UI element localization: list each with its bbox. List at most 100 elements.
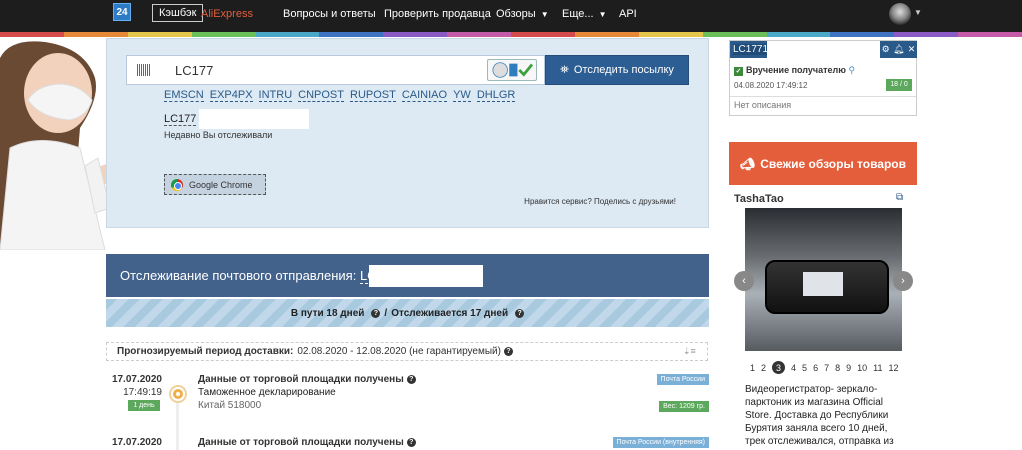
review-author[interactable]: TashaTao — [734, 193, 784, 205]
carrier-tag: Почта России (внутренняя) — [612, 437, 709, 448]
user-avatar[interactable] — [889, 3, 911, 25]
megaphone-icon: 📣︎ — [740, 156, 756, 171]
review-image — [765, 260, 889, 314]
review-image-carousel[interactable] — [745, 208, 902, 351]
page-link[interactable]: 8 — [835, 363, 840, 374]
carrier-link[interactable]: YW — [453, 89, 471, 102]
widget-actions: ⚙ 🔔︎ ✕ — [880, 41, 917, 58]
chrome-icon — [171, 178, 183, 191]
event-time: 17:49:19 — [123, 387, 162, 398]
chevron-down-icon[interactable]: ▼ — [914, 8, 922, 17]
help-icon[interactable]: ? — [503, 347, 513, 356]
carrier-link[interactable]: INTRU — [258, 89, 293, 102]
review-text: Видеорегистратор- зеркало-парктоник из м… — [745, 384, 894, 447]
page-link[interactable]: 9 — [846, 363, 851, 374]
carrier-link[interactable]: EMSCN — [164, 89, 204, 102]
track-parcel-button[interactable]: ⛯ Отследить посылку — [545, 55, 689, 85]
site-logo[interactable]: 24 — [113, 3, 131, 21]
transit-status-bar: В пути 18 дней? / Отслеживается 17 дней? — [106, 299, 709, 327]
track-number-input[interactable]: LC177 — [175, 63, 213, 78]
binoculars-icon: ⛯ — [560, 63, 569, 76]
nav-more-label: Еще... — [562, 8, 594, 20]
weight-badge: Вес: 1209 гр. — [659, 401, 709, 412]
nav-check-seller[interactable]: Проверить продавца — [384, 0, 491, 28]
tracking-widget: LC1771 ⚙ 🔔︎ ✕ ✓ Вручение получателю ⚲ 04.… — [729, 40, 917, 116]
carrier-link[interactable]: CAINIAO — [401, 89, 448, 102]
page-link-active[interactable]: 3 — [772, 361, 786, 374]
fresh-reviews-button[interactable]: 📣︎ Свежие обзоры товаров — [729, 142, 917, 185]
widget-date: 04.08.2020 17:49:12 — [734, 81, 808, 90]
redaction-box — [767, 41, 880, 58]
settings-icon[interactable]: ⚙ — [882, 44, 890, 55]
tracked-text: Отслеживается 17 дней — [391, 307, 509, 319]
page-link[interactable]: 10 — [857, 363, 867, 374]
widget-status: ✓ Вручение получателю ⚲ — [734, 65, 855, 76]
chrome-button-label: Google Chrome — [189, 179, 253, 190]
carousel-prev-arrow-icon[interactable]: ‹ — [734, 271, 754, 291]
page-link[interactable]: 1 — [750, 363, 755, 374]
event-title: Данные от торговой площадки получены? — [198, 437, 416, 448]
widget-track-number[interactable]: LC1771 — [733, 44, 769, 55]
event-subtitle: Таможенное декларирование — [198, 387, 336, 398]
chevron-down-icon: ▼ — [598, 9, 607, 19]
nav-reviews-label: Обзоры — [496, 8, 536, 20]
page-link[interactable]: 5 — [802, 363, 807, 374]
in-transit-text: В пути 18 дней — [290, 307, 365, 319]
chrome-extension-button[interactable]: Google Chrome — [164, 174, 266, 195]
event-location: Китай 518000 — [198, 400, 262, 411]
chevron-down-icon: ▼ — [540, 9, 549, 19]
event-title-text: Данные от торговой площадки получены — [198, 437, 404, 448]
delivery-forecast: Прогнозируемый период доставки: 02.08.20… — [106, 342, 708, 361]
widget-header: LC1771 — [730, 41, 880, 58]
nav-reviews[interactable]: Обзоры ▼ — [496, 0, 549, 28]
widget-count-badge: 18 / 0 — [886, 79, 912, 91]
event-date: 17.07.2020 — [111, 437, 162, 448]
location-pin-icon: ⚲ — [845, 65, 856, 75]
help-icon[interactable]: ? — [371, 308, 381, 318]
divider — [730, 96, 916, 97]
nav-questions[interactable]: Вопросы и ответы — [283, 0, 376, 28]
carrier-link[interactable]: EXP4PX — [209, 89, 253, 102]
nav-api[interactable]: API — [619, 0, 637, 28]
color-stripe — [0, 32, 1022, 37]
widget-description[interactable]: Нет описания — [734, 100, 791, 110]
event-title: Данные от торговой площадки получены? — [198, 374, 416, 385]
recent-track-link[interactable]: LC177 — [164, 113, 197, 126]
help-icon[interactable]: ? — [515, 308, 525, 318]
tracking-form: LC177 ⛯ Отследить посылку EMSCN EXP4PX I… — [106, 38, 709, 228]
sort-icon[interactable]: ⇣≡ — [683, 346, 696, 358]
help-icon[interactable]: ? — [406, 437, 416, 447]
timeline-event: 17.07.2020 Данные от торговой площадки п… — [106, 437, 709, 450]
page-link[interactable]: 6 — [813, 363, 818, 374]
redaction-box — [199, 109, 309, 129]
timeline-event: 17.07.2020 17:49:19 1 день Данные от тор… — [106, 374, 709, 424]
external-link-icon[interactable]: ⧉ — [896, 192, 903, 203]
bell-icon[interactable]: 🔔︎ — [893, 44, 904, 55]
page-link[interactable]: 7 — [824, 363, 829, 374]
cashback-link[interactable]: Кэшбэк — [152, 4, 204, 22]
upu-logo-icon — [487, 59, 537, 81]
recent-label: Недавно Вы отслеживали — [164, 130, 273, 140]
event-date: 17.07.2020 — [111, 374, 162, 385]
redaction-box — [369, 265, 483, 287]
carrier-link[interactable]: RUPOST — [350, 89, 396, 102]
carrier-link[interactable]: DHLGR — [476, 89, 516, 102]
help-icon[interactable]: ? — [406, 374, 416, 384]
check-icon: ✓ — [734, 67, 743, 76]
separator: / — [384, 307, 388, 319]
carousel-next-arrow-icon[interactable]: › — [893, 271, 913, 291]
share-text: Нравится сервис? Поделись с друзьями! — [524, 197, 676, 206]
page-link[interactable]: 4 — [791, 363, 796, 374]
track-input-box[interactable]: LC177 — [126, 55, 545, 85]
page-link[interactable]: 11 — [873, 363, 882, 374]
track-parcel-label: Отследить посылку — [573, 64, 674, 76]
close-icon[interactable]: ✕ — [908, 44, 916, 55]
nav-more[interactable]: Еще... ▼ — [562, 0, 606, 28]
carrier-link[interactable]: CNPOST — [298, 89, 344, 102]
forecast-value: 02.08.2020 - 12.08.2020 (не гарантируемы… — [297, 346, 501, 357]
forecast-label: Прогнозируемый период доставки: — [117, 346, 294, 357]
barcode-icon[interactable] — [137, 64, 151, 76]
page-link[interactable]: 2 — [761, 363, 766, 374]
aliexpress-link[interactable]: AliExpress — [201, 0, 253, 28]
page-link[interactable]: 12 — [888, 363, 898, 374]
